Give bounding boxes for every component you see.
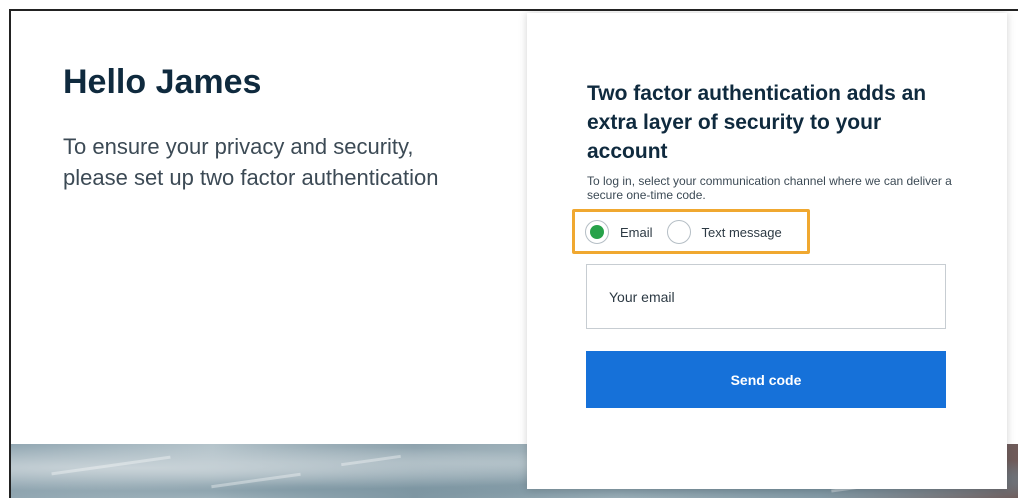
channel-radio-group: Email Text message <box>585 219 796 245</box>
two-factor-card: Two factor authentication adds an extra … <box>527 13 1007 489</box>
email-field[interactable] <box>586 264 946 329</box>
radio-selected-dot <box>590 225 604 239</box>
card-title: Two factor authentication adds an extra … <box>587 82 927 163</box>
page-frame: Hello James To ensure your privacy and s… <box>9 9 1018 498</box>
email-radio[interactable] <box>585 220 609 244</box>
email-input[interactable] <box>607 287 925 306</box>
send-code-button[interactable]: Send code <box>586 351 946 408</box>
card-description: To log in, select your communication cha… <box>587 174 952 202</box>
email-radio-label[interactable]: Email <box>620 225 653 240</box>
text-message-radio[interactable] <box>666 220 691 244</box>
greeting-heading: Hello James <box>63 63 262 101</box>
text-message-radio-label[interactable]: Text message <box>702 225 782 240</box>
intro-text: To ensure your privacy and security, ple… <box>63 134 439 190</box>
